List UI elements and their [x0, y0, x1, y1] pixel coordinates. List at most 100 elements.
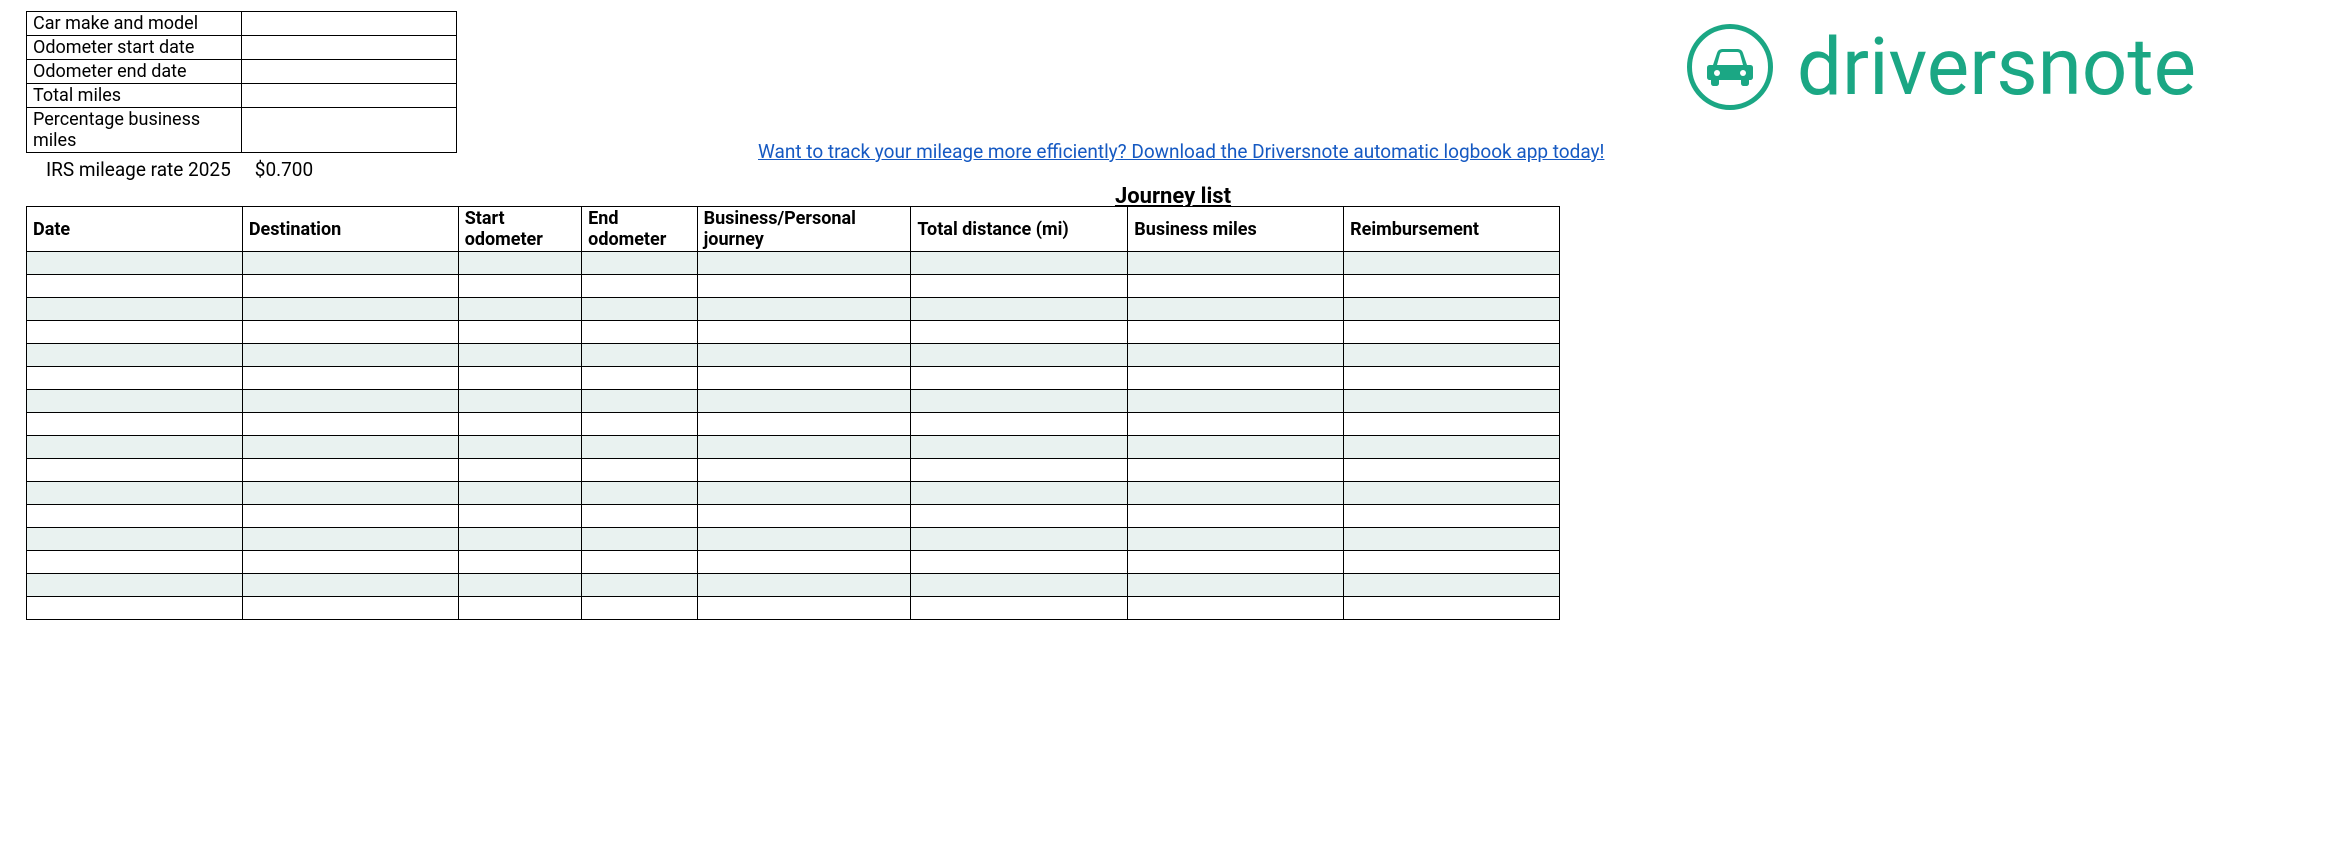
table-cell[interactable]: [27, 252, 243, 275]
table-cell[interactable]: [458, 459, 581, 482]
table-cell[interactable]: [458, 252, 581, 275]
info-value[interactable]: [242, 36, 457, 60]
table-cell[interactable]: [1344, 482, 1560, 505]
table-cell[interactable]: [458, 597, 581, 620]
table-cell[interactable]: [911, 436, 1128, 459]
table-cell[interactable]: [1128, 390, 1344, 413]
table-cell[interactable]: [697, 275, 911, 298]
table-cell[interactable]: [27, 574, 243, 597]
table-cell[interactable]: [1344, 505, 1560, 528]
table-cell[interactable]: [1128, 482, 1344, 505]
table-cell[interactable]: [697, 597, 911, 620]
table-cell[interactable]: [1344, 344, 1560, 367]
table-cell[interactable]: [1344, 321, 1560, 344]
table-cell[interactable]: [911, 275, 1128, 298]
table-cell[interactable]: [458, 505, 581, 528]
table-cell[interactable]: [582, 252, 697, 275]
table-cell[interactable]: [27, 505, 243, 528]
table-cell[interactable]: [27, 275, 243, 298]
table-cell[interactable]: [582, 390, 697, 413]
table-cell[interactable]: [1128, 298, 1344, 321]
table-cell[interactable]: [582, 367, 697, 390]
table-cell[interactable]: [1128, 275, 1344, 298]
table-cell[interactable]: [242, 321, 458, 344]
table-cell[interactable]: [911, 344, 1128, 367]
table-cell[interactable]: [1344, 252, 1560, 275]
table-cell[interactable]: [911, 413, 1128, 436]
table-cell[interactable]: [582, 344, 697, 367]
table-cell[interactable]: [582, 551, 697, 574]
table-cell[interactable]: [1128, 321, 1344, 344]
table-cell[interactable]: [582, 528, 697, 551]
table-cell[interactable]: [1344, 459, 1560, 482]
table-cell[interactable]: [27, 436, 243, 459]
table-cell[interactable]: [697, 528, 911, 551]
table-cell[interactable]: [458, 574, 581, 597]
table-cell[interactable]: [1128, 459, 1344, 482]
table-cell[interactable]: [911, 252, 1128, 275]
table-cell[interactable]: [1128, 597, 1344, 620]
table-cell[interactable]: [458, 275, 581, 298]
table-cell[interactable]: [582, 321, 697, 344]
table-cell[interactable]: [1344, 413, 1560, 436]
table-cell[interactable]: [458, 436, 581, 459]
table-cell[interactable]: [911, 321, 1128, 344]
table-cell[interactable]: [697, 344, 911, 367]
table-cell[interactable]: [27, 551, 243, 574]
table-cell[interactable]: [242, 390, 458, 413]
promo-link[interactable]: Want to track your mileage more efficien…: [758, 140, 1604, 163]
table-cell[interactable]: [911, 574, 1128, 597]
table-cell[interactable]: [697, 413, 911, 436]
table-cell[interactable]: [582, 574, 697, 597]
table-cell[interactable]: [911, 597, 1128, 620]
table-cell[interactable]: [1344, 367, 1560, 390]
table-cell[interactable]: [242, 459, 458, 482]
table-cell[interactable]: [458, 321, 581, 344]
table-cell[interactable]: [1128, 551, 1344, 574]
table-cell[interactable]: [582, 413, 697, 436]
table-cell[interactable]: [911, 528, 1128, 551]
table-cell[interactable]: [911, 482, 1128, 505]
table-cell[interactable]: [697, 574, 911, 597]
table-cell[interactable]: [242, 413, 458, 436]
table-cell[interactable]: [911, 505, 1128, 528]
table-cell[interactable]: [458, 528, 581, 551]
table-cell[interactable]: [1344, 597, 1560, 620]
info-value[interactable]: [242, 60, 457, 84]
table-cell[interactable]: [1128, 252, 1344, 275]
table-cell[interactable]: [242, 482, 458, 505]
table-cell[interactable]: [582, 482, 697, 505]
table-cell[interactable]: [1128, 344, 1344, 367]
info-value[interactable]: [242, 12, 457, 36]
table-cell[interactable]: [242, 275, 458, 298]
table-cell[interactable]: [697, 390, 911, 413]
table-cell[interactable]: [1344, 551, 1560, 574]
table-cell[interactable]: [242, 574, 458, 597]
table-cell[interactable]: [242, 597, 458, 620]
table-cell[interactable]: [697, 482, 911, 505]
table-cell[interactable]: [458, 551, 581, 574]
table-cell[interactable]: [1344, 390, 1560, 413]
table-cell[interactable]: [582, 275, 697, 298]
info-value[interactable]: [242, 108, 457, 153]
table-cell[interactable]: [1128, 574, 1344, 597]
table-cell[interactable]: [697, 436, 911, 459]
info-value[interactable]: [242, 84, 457, 108]
table-cell[interactable]: [27, 390, 243, 413]
table-cell[interactable]: [242, 344, 458, 367]
table-cell[interactable]: [27, 298, 243, 321]
table-cell[interactable]: [242, 298, 458, 321]
table-cell[interactable]: [27, 344, 243, 367]
table-cell[interactable]: [1344, 528, 1560, 551]
table-cell[interactable]: [458, 367, 581, 390]
table-cell[interactable]: [697, 252, 911, 275]
table-cell[interactable]: [697, 459, 911, 482]
table-cell[interactable]: [1128, 528, 1344, 551]
table-cell[interactable]: [242, 551, 458, 574]
table-cell[interactable]: [582, 459, 697, 482]
table-cell[interactable]: [582, 505, 697, 528]
table-cell[interactable]: [697, 321, 911, 344]
table-cell[interactable]: [911, 390, 1128, 413]
table-cell[interactable]: [911, 298, 1128, 321]
table-cell[interactable]: [697, 367, 911, 390]
